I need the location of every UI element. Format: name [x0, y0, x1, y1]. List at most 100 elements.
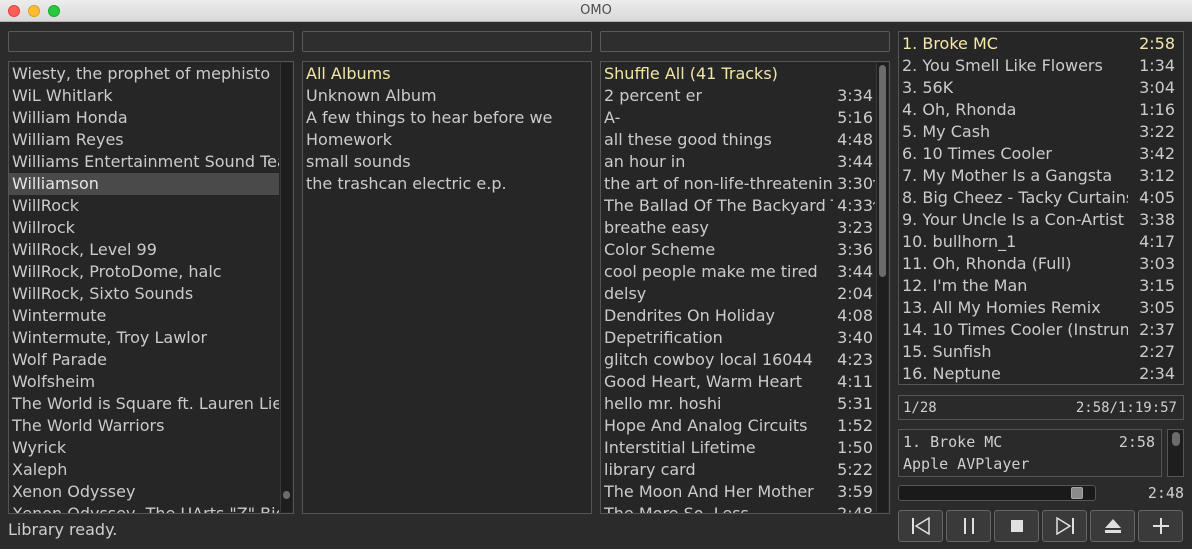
album-list-item[interactable]: small sounds [303, 151, 589, 173]
track-list-item[interactable]: cool people make me tired 3:44 [601, 261, 875, 283]
artist-list-item[interactable]: Xenon Odyssey, The UArts "Z" Big Band [9, 503, 279, 513]
artist-search-input[interactable] [8, 31, 294, 52]
track-list-item[interactable]: A- 5:16 [601, 107, 875, 129]
track-list-scroll-thumb[interactable] [879, 65, 886, 277]
track-list-item[interactable]: an hour in 3:44 [601, 151, 875, 173]
track-list-item[interactable]: library card 5:22 [601, 459, 875, 481]
artist-list-item[interactable]: Willrock [9, 217, 279, 239]
eject-button[interactable] [1090, 510, 1135, 542]
track-search-input[interactable] [600, 31, 890, 52]
transport-controls [898, 510, 1184, 542]
playlist-item[interactable]: 10. bullhorn_1 4:17 [899, 231, 1183, 253]
playlist-item[interactable]: 6. 10 Times Cooler 3:42 [899, 143, 1183, 165]
playlist-item[interactable]: 5. My Cash 3:22 [899, 121, 1183, 143]
album-list-item[interactable]: Homework [303, 129, 589, 151]
track-duration: 5:31 [833, 393, 873, 415]
artist-list-item[interactable]: William Honda [9, 107, 279, 129]
artist-list-item[interactable]: Xenon Odyssey [9, 481, 279, 503]
album-list-item[interactable]: A few things to hear before we [303, 107, 589, 129]
album-list: All Albums Unknown Album A few things to … [302, 61, 592, 514]
album-list-item[interactable]: the trashcan electric e.p. [303, 173, 589, 195]
track-list-item[interactable]: Good Heart, Warm Heart 4:11 [601, 371, 875, 393]
track-name: an hour in [604, 152, 686, 171]
track-list-item[interactable]: The Moon And Her Mother 3:59 [601, 481, 875, 503]
artist-list-item[interactable]: Wyrick [9, 437, 279, 459]
playlist-item[interactable]: 9. Your Uncle Is a Con-Artist 3:38 [899, 209, 1183, 231]
track-duration: 4:33 [833, 195, 873, 217]
track-list-item[interactable]: hello mr. hoshi 5:31 [601, 393, 875, 415]
previous-button[interactable] [898, 510, 943, 542]
track-name: A- [604, 108, 621, 127]
artist-list-item[interactable]: Wintermute [9, 305, 279, 327]
playlist-item[interactable]: 1. Broke MC 2:58 [899, 33, 1183, 55]
artist-list-item[interactable]: WillRock [9, 195, 279, 217]
track-name: hello mr. hoshi [604, 394, 722, 413]
pause-button[interactable] [946, 510, 991, 542]
playlist-item[interactable]: 7. My Mother Is a Gangsta 3:12 [899, 165, 1183, 187]
track-list-scrollbar[interactable] [876, 63, 888, 512]
album-list-item[interactable]: Unknown Album [303, 85, 589, 107]
album-search-input[interactable] [302, 31, 592, 52]
track-name: Depetrification [604, 328, 723, 347]
add-button[interactable] [1138, 510, 1183, 542]
track-list-item[interactable]: Hope And Analog Circuits 1:52 [601, 415, 875, 437]
artist-list-item[interactable]: WillRock, Sixto Sounds [9, 283, 279, 305]
window-title: OMO [580, 3, 612, 18]
playlist-item[interactable]: 8. Big Cheez - Tacky Curtains 4:05 [899, 187, 1183, 209]
playlist-item-duration: 1:16 [1135, 99, 1175, 121]
track-list-item[interactable]: Depetrification 3:40 [601, 327, 875, 349]
seek-slider-knob[interactable] [1071, 487, 1083, 499]
album-list-item-all[interactable]: All Albums [303, 63, 589, 85]
artist-list-item[interactable]: Williams Entertainment Sound Team [9, 151, 279, 173]
track-list-item[interactable]: Color Scheme 3:36 [601, 239, 875, 261]
track-name: Dendrites On Holiday [604, 306, 775, 325]
artist-list-scroll-thumb[interactable] [283, 491, 290, 499]
seek-slider[interactable] [898, 485, 1096, 501]
playlist-item[interactable]: 13. All My Homies Remix 3:05 [899, 297, 1183, 319]
track-list-item[interactable]: breathe easy 3:23 [601, 217, 875, 239]
playlist-item[interactable]: 16. Neptune 2:34 [899, 363, 1183, 384]
track-name: breathe easy [604, 218, 709, 237]
next-button[interactable] [1042, 510, 1087, 542]
playlist-item[interactable]: 2. You Smell Like Flowers 1:34 [899, 55, 1183, 77]
playlist-item[interactable]: 4. Oh, Rhonda 1:16 [899, 99, 1183, 121]
playlist-item[interactable]: 15. Sunfish 2:27 [899, 341, 1183, 363]
track-name: all these good things [604, 130, 772, 149]
shuffle-all-item[interactable]: Shuffle All (41 Tracks) [601, 63, 875, 85]
artist-list-scrollbar[interactable] [280, 63, 292, 512]
track-list-item[interactable]: 2 percent er 3:34 [601, 85, 875, 107]
now-playing-duration: 2:58 [1118, 433, 1155, 451]
track-list-item[interactable]: Dendrites On Holiday 4:08 [601, 305, 875, 327]
playlist-item-title: 11. Oh, Rhonda (Full) [902, 254, 1072, 273]
now-playing-scroll-thumb[interactable] [1172, 432, 1180, 446]
track-list-item[interactable]: glitch cowboy local 16044 4:23 [601, 349, 875, 371]
playlist-item[interactable]: 3. 56K 3:04 [899, 77, 1183, 99]
track-list-item[interactable]: The Ballad Of The Backyard Terror 4:33 [601, 195, 875, 217]
track-list-item[interactable]: the art of non-life-threatening ruin 3:30 [601, 173, 875, 195]
track-duration: 4:11 [833, 371, 873, 393]
artist-list-item[interactable]: William Reyes [9, 129, 279, 151]
playlist-item[interactable]: 14. 10 Times Cooler (Instrumental) 2:37 [899, 319, 1183, 341]
artist-list-items: Wiesty, the prophet of mephisto WiL Whitl… [9, 63, 279, 513]
artist-list-item[interactable]: The World Warriors [9, 415, 279, 437]
artist-list-item[interactable]: Wintermute, Troy Lawlor [9, 327, 279, 349]
artist-list-item[interactable]: WiL Whitlark [9, 85, 279, 107]
playlist-item-title: 4. Oh, Rhonda [902, 100, 1017, 119]
track-list-item[interactable]: Interstitial Lifetime 1:50 [601, 437, 875, 459]
artist-list-item[interactable]: Wolf Parade [9, 349, 279, 371]
track-list-item[interactable]: delsy 2:04 [601, 283, 875, 305]
stop-button[interactable] [994, 510, 1039, 542]
playlist-item[interactable]: 11. Oh, Rhonda (Full) 3:03 [899, 253, 1183, 275]
track-list-item[interactable]: The More So, Less 2:48 [601, 503, 875, 513]
artist-list-item[interactable]: Wiesty, the prophet of mephisto [9, 63, 279, 85]
playlist-item[interactable]: 12. I'm the Man 3:15 [899, 275, 1183, 297]
artist-list-item[interactable]: WillRock, Level 99 [9, 239, 279, 261]
playlist-item-duration: 2:27 [1135, 341, 1175, 363]
artist-list-item[interactable]: Williamson [9, 173, 279, 195]
artist-list-item[interactable]: Wolfsheim [9, 371, 279, 393]
artist-list-item[interactable]: Xaleph [9, 459, 279, 481]
track-list-item[interactable]: all these good things 4:48 [601, 129, 875, 151]
now-playing-scrollbar[interactable] [1167, 429, 1184, 477]
artist-list-item[interactable]: The World is Square ft. Lauren Liebe [9, 393, 279, 415]
artist-list-item[interactable]: WillRock, ProtoDome, halc [9, 261, 279, 283]
